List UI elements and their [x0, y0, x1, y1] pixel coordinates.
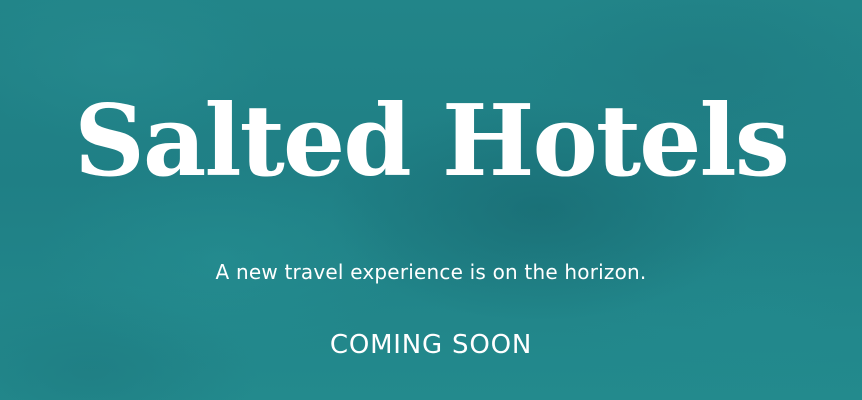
hero-banner: Salted Hotels A new travel experience is… — [0, 0, 862, 400]
tagline: A new travel experience is on the horizo… — [215, 260, 647, 284]
coming-soon-label: COMING SOON — [329, 330, 533, 360]
brand-title: Salted Hotels — [74, 84, 790, 199]
